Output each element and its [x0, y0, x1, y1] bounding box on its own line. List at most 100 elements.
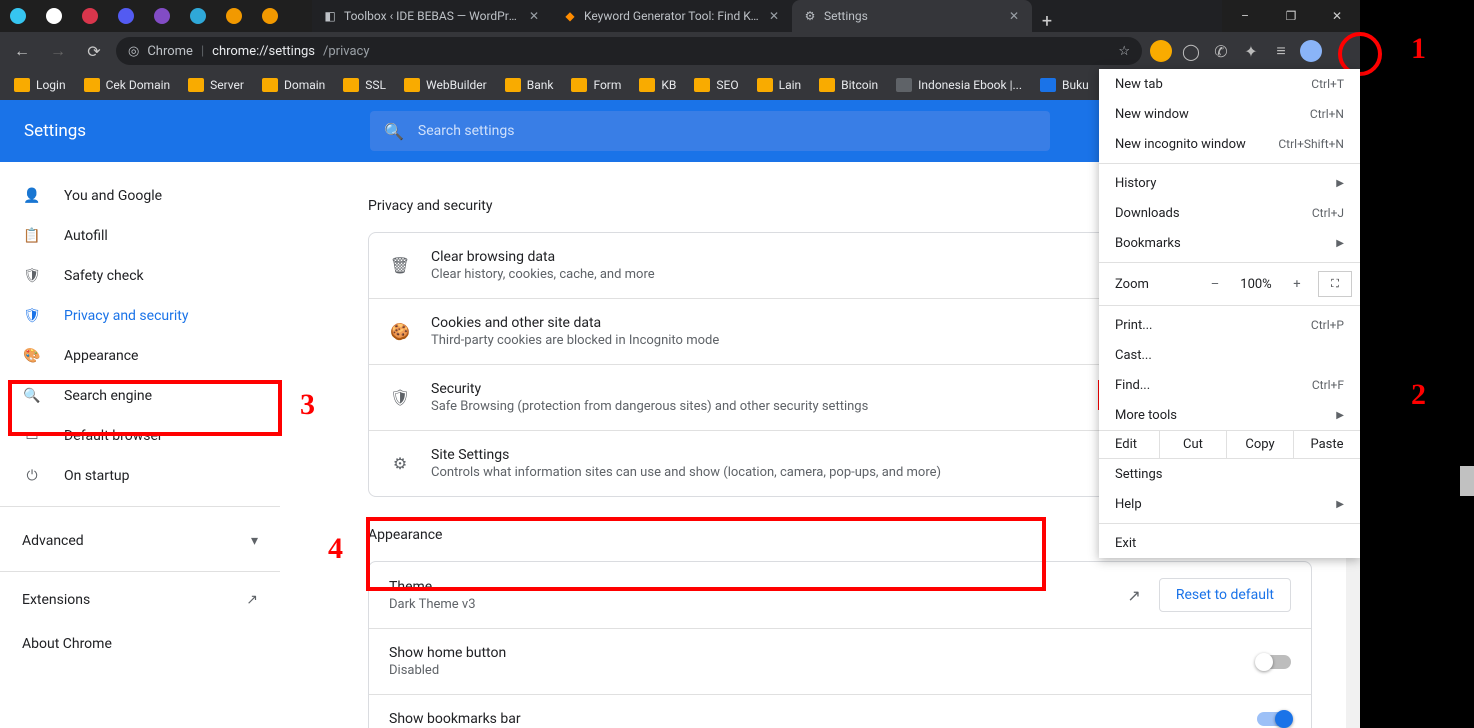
bookmark-cek-domain[interactable]: Cek Domain: [78, 74, 177, 96]
menu-bookmarks[interactable]: Bookmarks▶: [1099, 228, 1360, 258]
star-icon[interactable]: ☆: [1118, 44, 1130, 59]
pinned-app-4[interactable]: [108, 0, 144, 32]
extensions-label: Extensions: [22, 592, 90, 608]
tab-title: Settings: [824, 9, 1000, 23]
menu-paste[interactable]: Paste: [1293, 431, 1360, 458]
bookmark-lain[interactable]: Lain: [751, 74, 808, 96]
pinned-app-7[interactable]: [216, 0, 252, 32]
forward-button[interactable]: →: [44, 37, 72, 65]
zoom-out-button[interactable]: –: [1198, 277, 1232, 292]
bookmark-label: Form: [593, 78, 621, 92]
bookmark-webbuilder[interactable]: WebBuilder: [398, 74, 493, 96]
reset-theme-button[interactable]: Reset to default: [1159, 578, 1291, 612]
scrollbar-thumb[interactable]: [1460, 466, 1474, 496]
folder-icon: [819, 78, 835, 92]
sidebar-item-safety-check[interactable]: 🛡Safety check: [0, 256, 280, 296]
folder-icon: [571, 78, 587, 92]
menu-new-window[interactable]: New windowCtrl+N: [1099, 99, 1360, 129]
menu-help[interactable]: Help▶: [1099, 489, 1360, 519]
menu-find[interactable]: Find...Ctrl+F: [1099, 370, 1360, 400]
menu-more-tools[interactable]: More tools▶: [1099, 400, 1360, 430]
zoom-in-button[interactable]: +: [1280, 277, 1314, 292]
menu-new-incognito[interactable]: New incognito windowCtrl+Shift+N: [1099, 129, 1360, 159]
bookmark-domain[interactable]: Domain: [256, 74, 331, 96]
folder-icon: [757, 78, 773, 92]
tab-toolbox[interactable]: ◧ Toolbox ‹ IDE BEBAS — WordPre... ✕: [312, 0, 552, 32]
bookmark-server[interactable]: Server: [182, 74, 250, 96]
tab-keyword[interactable]: ◆ Keyword Generator Tool: Find Ke... ✕: [552, 0, 792, 32]
sidebar-item-you-and-google[interactable]: 👤You and Google: [0, 176, 280, 216]
close-window-button[interactable]: ✕: [1314, 0, 1360, 32]
reload-button[interactable]: ⟳: [80, 37, 108, 65]
profile-avatar[interactable]: [1300, 40, 1322, 62]
pinned-app-3[interactable]: [72, 0, 108, 32]
menu-zoom: Zoom – 100% + ⛶: [1099, 267, 1360, 301]
trash-icon: 🗑: [389, 256, 411, 275]
pinned-app-2[interactable]: [36, 0, 72, 32]
sidebar-advanced[interactable]: Advanced▾: [0, 517, 280, 565]
menu-settings[interactable]: Settings: [1099, 459, 1360, 489]
menu-cut[interactable]: Cut: [1159, 431, 1226, 458]
tab-title: Toolbox ‹ IDE BEBAS — WordPre...: [344, 9, 520, 23]
folder-icon: [404, 78, 420, 92]
row-bookmarks-bar[interactable]: Show bookmarks bar: [369, 694, 1311, 728]
menu-downloads[interactable]: DownloadsCtrl+J: [1099, 198, 1360, 228]
close-tab-icon[interactable]: ✕: [1006, 9, 1022, 23]
close-tab-icon[interactable]: ✕: [526, 9, 542, 23]
fullscreen-button[interactable]: ⛶: [1318, 271, 1352, 297]
menu-history[interactable]: History▶: [1099, 168, 1360, 198]
bookmark-login[interactable]: Login: [8, 74, 72, 96]
sidebar-item-label: Autofill: [64, 228, 108, 244]
maximize-button[interactable]: ❐: [1268, 0, 1314, 32]
sidebar-item-autofill[interactable]: 📋Autofill: [0, 216, 280, 256]
sidebar-about[interactable]: About Chrome: [0, 622, 280, 666]
folder-icon: [262, 78, 278, 92]
bookmark-indonesia-ebook[interactable]: Indonesia Ebook |...: [890, 74, 1028, 96]
annotation-number-4: 4: [328, 532, 343, 566]
sidebar-item-on-startup[interactable]: ⏻On startup: [0, 456, 280, 496]
menu-print[interactable]: Print...Ctrl+P: [1099, 310, 1360, 340]
annotation-number-1: 1: [1411, 32, 1426, 66]
row-home-button[interactable]: Show home buttonDisabled: [369, 628, 1311, 694]
bookmark-bank[interactable]: Bank: [499, 74, 560, 96]
blank-strip: [1360, 0, 1474, 728]
bookmark-form[interactable]: Form: [565, 74, 627, 96]
sidebar-item-privacy[interactable]: 🛡Privacy and security: [0, 296, 280, 336]
bookmark-kb[interactable]: KB: [633, 74, 682, 96]
sidebar-item-appearance[interactable]: 🎨Appearance: [0, 336, 280, 376]
pinned-app-6[interactable]: [180, 0, 216, 32]
folder-icon: [639, 78, 655, 92]
check-shield-icon: 🛡: [22, 266, 42, 286]
menu-exit[interactable]: Exit: [1099, 528, 1360, 558]
back-button[interactable]: ←: [8, 37, 36, 65]
extensions-puzzle-icon[interactable]: ✦: [1240, 40, 1262, 62]
tab-settings[interactable]: ⚙ Settings ✕: [792, 0, 1032, 32]
pinned-app-8[interactable]: [252, 0, 288, 32]
folder-icon: [14, 78, 30, 92]
menu-copy[interactable]: Copy: [1226, 431, 1293, 458]
ext-circle-icon[interactable]: ◯: [1180, 40, 1202, 62]
settings-sidebar: 👤You and Google 📋Autofill 🛡Safety check …: [0, 162, 280, 728]
bookmarks-bar-toggle[interactable]: [1257, 712, 1291, 726]
home-button-toggle[interactable]: [1257, 655, 1291, 669]
bookmark-seo[interactable]: SEO: [688, 74, 744, 96]
bookmark-ssl[interactable]: SSL: [337, 74, 392, 96]
open-external-icon[interactable]: ↗: [1127, 586, 1140, 605]
reading-list-icon[interactable]: ≡: [1270, 40, 1292, 62]
sidebar-extensions[interactable]: Extensions↗: [0, 578, 280, 622]
ext-cookie-icon[interactable]: [1150, 40, 1172, 62]
omnibox[interactable]: ◎ Chrome | chrome://settings/privacy ☆: [116, 37, 1142, 65]
pinned-app-5[interactable]: [144, 0, 180, 32]
close-tab-icon[interactable]: ✕: [766, 9, 782, 23]
bookmark-bitcoin[interactable]: Bitcoin: [813, 74, 884, 96]
ext-phone-icon[interactable]: ✆: [1210, 40, 1232, 62]
menu-new-tab[interactable]: New tabCtrl+T: [1099, 69, 1360, 99]
search-input[interactable]: [418, 123, 1036, 139]
bookmark-buku[interactable]: Buku: [1034, 74, 1095, 96]
pinned-app-1[interactable]: [0, 0, 36, 32]
new-tab-button[interactable]: +: [1032, 11, 1062, 32]
bookmark-label: Cek Domain: [106, 78, 171, 92]
menu-cast[interactable]: Cast...: [1099, 340, 1360, 370]
search-settings[interactable]: 🔍: [370, 111, 1050, 151]
minimize-button[interactable]: –: [1222, 0, 1268, 32]
